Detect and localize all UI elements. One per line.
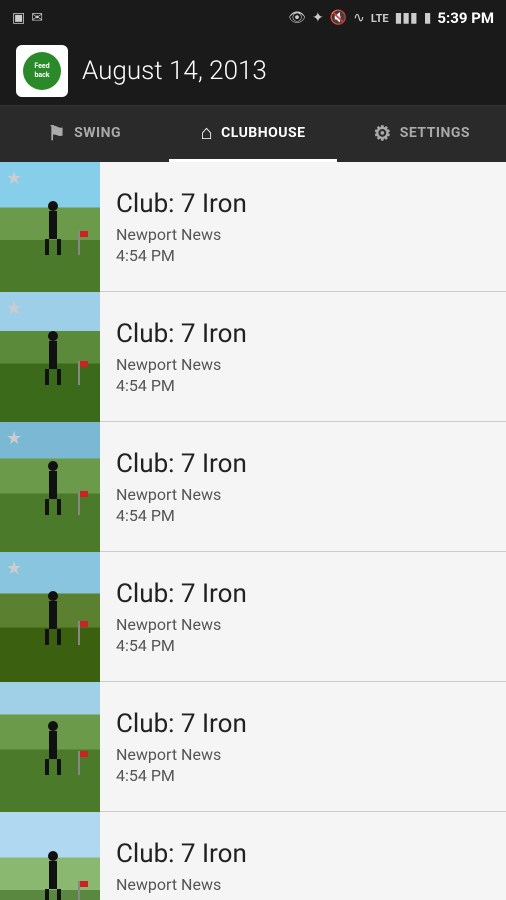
- swing-thumbnail: ★: [0, 552, 100, 682]
- header-date: August 14, 2013: [82, 56, 267, 86]
- wifi-icon: ∿: [353, 10, 365, 26]
- camera-icon: ▣: [12, 10, 25, 26]
- flag-pole: [78, 231, 80, 255]
- item-club: Club: 7 Iron: [116, 709, 490, 739]
- app-header: Feedback August 14, 2013: [0, 36, 506, 106]
- flag-pole: [78, 881, 80, 900]
- item-location: Newport News: [116, 225, 490, 244]
- swing-thumbnail: [0, 812, 100, 900]
- eye-icon: 👁: [288, 10, 306, 26]
- swing-thumbnail: ★: [0, 292, 100, 422]
- tab-swing[interactable]: ⚑ SWING: [0, 106, 169, 162]
- mute-icon: 🔇: [330, 10, 347, 26]
- star-icon[interactable]: ★: [6, 168, 22, 189]
- star-icon[interactable]: ★: [6, 298, 22, 319]
- swing-thumbnail: ★: [0, 162, 100, 292]
- swing-thumbnail: [0, 682, 100, 812]
- list-item[interactable]: Club: 7 Iron Newport News 4:54 PM: [0, 682, 506, 812]
- list-item[interactable]: ★ Club: 7 Iron Newport News 4:54 PM: [0, 162, 506, 292]
- star-icon[interactable]: ★: [6, 428, 22, 449]
- star-icon[interactable]: ★: [6, 558, 22, 579]
- swing-list: ★ Club: 7 Iron Newport News 4:54 PM ★ Cl…: [0, 162, 506, 900]
- tab-settings-label: SETTINGS: [400, 125, 470, 141]
- list-item[interactable]: ★ Club: 7 Iron Newport News 4:54 PM: [0, 422, 506, 552]
- item-location: Newport News: [116, 355, 490, 374]
- flag-pole: [78, 751, 80, 775]
- house-icon: ⌂: [200, 120, 213, 145]
- item-club: Club: 7 Iron: [116, 579, 490, 609]
- item-time: 4:54 PM: [116, 506, 490, 525]
- tab-clubhouse-label: CLUBHOUSE: [221, 125, 305, 141]
- flag-pole: [78, 361, 80, 385]
- signal-icon: ▮▮▮: [395, 10, 418, 26]
- item-time: 4:54 PM: [116, 896, 490, 900]
- list-item-info: Club: 7 Iron Newport News 4:54 PM: [100, 437, 506, 537]
- logo-inner: Feedback: [23, 52, 61, 90]
- item-location: Newport News: [116, 875, 490, 894]
- item-time: 4:54 PM: [116, 636, 490, 655]
- golfer-figure: [45, 851, 61, 900]
- item-time: 4:54 PM: [116, 766, 490, 785]
- list-item-info: Club: 7 Iron Newport News 4:54 PM: [100, 567, 506, 667]
- list-item[interactable]: Club: 7 Iron Newport News 4:54 PM: [0, 812, 506, 900]
- tab-swing-label: SWING: [74, 125, 121, 141]
- list-item-info: Club: 7 Iron Newport News 4:54 PM: [100, 697, 506, 797]
- list-item-info: Club: 7 Iron Newport News 4:54 PM: [100, 307, 506, 407]
- gear-icon: ⚙: [373, 121, 391, 145]
- item-club: Club: 7 Iron: [116, 189, 490, 219]
- tab-bar: ⚑ SWING ⌂ CLUBHOUSE ⚙ SETTINGS: [0, 106, 506, 162]
- list-item-info: Club: 7 Iron Newport News 4:54 PM: [100, 827, 506, 900]
- flag-icon: ⚑: [48, 121, 66, 145]
- item-club: Club: 7 Iron: [116, 839, 490, 869]
- golfer-figure: [45, 591, 61, 645]
- item-location: Newport News: [116, 615, 490, 634]
- lte-icon: LTE: [371, 12, 389, 25]
- flag-pole: [78, 491, 80, 515]
- item-time: 4:54 PM: [116, 246, 490, 265]
- status-bar: ▣ ✉ 👁 ✦ 🔇 ∿ LTE ▮▮▮ ▮ 5:39 PM: [0, 0, 506, 36]
- list-item[interactable]: ★ Club: 7 Iron Newport News 4:54 PM: [0, 292, 506, 422]
- golfer-figure: [45, 461, 61, 515]
- battery-icon: ▮: [424, 10, 432, 26]
- list-item-info: Club: 7 Iron Newport News 4:54 PM: [100, 177, 506, 277]
- app-logo: Feedback: [16, 45, 68, 97]
- golfer-figure: [45, 331, 61, 385]
- list-item[interactable]: ★ Club: 7 Iron Newport News 4:54 PM: [0, 552, 506, 682]
- tab-clubhouse[interactable]: ⌂ CLUBHOUSE: [169, 106, 338, 162]
- item-time: 4:54 PM: [116, 376, 490, 395]
- golfer-figure: [45, 201, 61, 255]
- golfer-figure: [45, 721, 61, 775]
- flag-pole: [78, 621, 80, 645]
- item-location: Newport News: [116, 745, 490, 764]
- message-icon: ✉: [31, 10, 43, 26]
- bluetooth-icon: ✦: [312, 10, 324, 26]
- swing-thumbnail: ★: [0, 422, 100, 552]
- item-club: Club: 7 Iron: [116, 319, 490, 349]
- item-club: Club: 7 Iron: [116, 449, 490, 479]
- tab-settings[interactable]: ⚙ SETTINGS: [337, 106, 506, 162]
- status-time: 5:39 PM: [437, 9, 494, 27]
- item-location: Newport News: [116, 485, 490, 504]
